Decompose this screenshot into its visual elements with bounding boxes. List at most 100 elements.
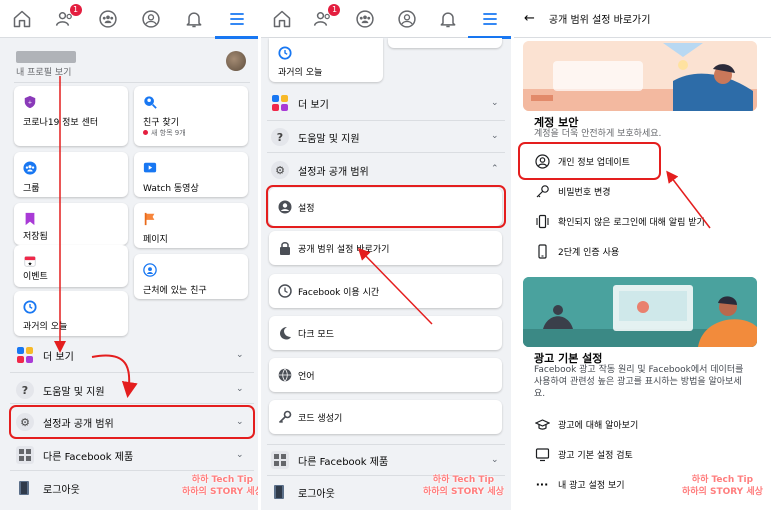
logout-icon [16,479,34,497]
option-two-factor[interactable]: 2단계 인증 사용 [534,243,619,259]
menu-panel-main: 1 내 프로필 보기 + 코로나19 정보 센터 친구 찾기 새 항목 9개 그… [0,0,258,510]
svg-text:★: ★ [28,261,33,267]
home-icon [13,10,30,27]
watermark: 하하 Tech Tip 하하의 STORY 세상 [682,475,763,497]
nav-friends[interactable]: 1 [53,3,82,31]
nav-notifications[interactable] [436,7,460,31]
nav-profile[interactable] [139,7,163,31]
chevron-down-icon[interactable]: ⌄ [491,131,499,141]
menu-row-other-products[interactable]: 다른 Facebook 제품 [271,451,388,469]
hamburger-icon [229,12,244,25]
phone-vibrate-icon [534,213,550,229]
back-arrow-icon[interactable]: ← [524,11,535,26]
key-icon [278,410,292,424]
gear-icon: ⚙ [271,161,289,179]
nav-groups[interactable] [96,7,120,31]
nav-home[interactable] [270,7,294,31]
settings-item-label: 언어 [298,371,315,382]
friends-search-icon [144,96,157,109]
chevron-up-icon[interactable]: ⌃ [491,164,499,174]
menu-row-logout[interactable]: 로그아웃 [16,479,80,497]
lock-icon [278,241,292,255]
section-desc-security: 계정을 더욱 안전하게 보호하세요. [534,129,662,139]
svg-text:+: + [28,100,32,106]
shortcut-card-groups[interactable]: 그룹 [14,152,128,197]
page-title: 공개 범위 설정 바로가기 [548,15,651,26]
settings-item-label: 코드 생성기 [298,413,343,424]
profile-row[interactable]: 내 프로필 보기 [14,48,250,80]
profile-icon [141,9,160,28]
menu-row-label: 설정과 공개 범위 [298,166,369,178]
settings-item-language[interactable]: 언어 [269,358,502,392]
globe-icon [278,368,292,382]
bell-icon [186,11,201,27]
chevron-down-icon[interactable]: ⌄ [491,98,499,108]
menu-row-more[interactable]: 더 보기 [16,346,74,364]
option-login-alerts[interactable]: 확인되지 않은 로그인에 대해 알림 받기 [534,213,705,229]
option-label: 내 광고 설정 보기 [558,480,625,491]
groups-icon [23,161,37,175]
settings-item-label: 공개 범위 설정 바로가기 [298,244,390,255]
shortcut-label: 과거의 오늘 [23,322,68,332]
nav-profile[interactable] [395,7,419,31]
shortcut-card-nearby[interactable]: 근처에 있는 친구 [134,254,248,299]
nearby-icon [143,263,157,277]
profile-sub-label: 내 프로필 보기 [16,68,72,78]
shortcut-card-pages[interactable]: 페이지 [134,203,248,248]
memories-icon [23,300,37,314]
more-icon [271,94,289,112]
nav-notifications[interactable] [182,7,206,31]
menu-row-more[interactable]: 더 보기 [271,94,329,112]
menu-row-label: 다른 Facebook 제품 [43,451,134,463]
menu-row-label: 도움말 및 지원 [298,133,360,145]
divider [267,444,505,445]
chevron-down-icon[interactable]: ⌄ [236,384,244,394]
shortcut-card-memories[interactable]: 과거의 오늘 [269,38,383,82]
avatar[interactable] [226,51,246,71]
settings-item-privacy-shortcuts[interactable]: 공개 범위 설정 바로가기 [269,231,502,265]
divider [10,470,254,471]
settings-item-time-on-facebook[interactable]: Facebook 이용 시간 [269,274,502,308]
option-review-ad-preferences[interactable]: 광고 기본 설정 검토 [534,446,633,462]
shortcut-card-partial[interactable] [388,38,502,48]
shortcut-card-saved[interactable]: 저장됨 [14,203,128,245]
nav-menu[interactable] [468,7,511,39]
settings-item-dark-mode[interactable]: 다크 모드 [269,316,502,350]
menu-row-other-products[interactable]: 다른 Facebook 제품 [16,446,133,464]
option-label: 확인되지 않은 로그인에 대해 알림 받기 [558,217,705,228]
option-change-password[interactable]: 비밀번호 변경 [534,183,611,199]
option-view-ad-settings[interactable]: ··· 내 광고 설정 보기 [534,476,625,492]
menu-row-help[interactable]: ? 도움말 및 지원 [16,381,105,399]
nav-groups[interactable] [353,7,377,31]
settings-item-code-generator[interactable]: 코드 생성기 [269,400,502,434]
help-icon: ? [271,128,289,146]
menu-row-settings-privacy[interactable]: ⚙ 설정과 공개 범위 [271,161,369,179]
option-label: 광고 기본 설정 검토 [558,450,633,461]
shortcut-label: 페이지 [143,235,168,245]
shortcut-card-events[interactable]: ★ 이벤트 [14,245,128,287]
highlight-update-info [518,142,661,180]
bookmark-icon [25,212,35,226]
shortcut-card-covid[interactable]: + 코로나19 정보 센터 [14,86,128,146]
divider [10,403,254,404]
highlight-settings-item [266,185,506,228]
menu-row-logout[interactable]: 로그아웃 [271,483,335,501]
nav-friends[interactable]: 1 [311,3,341,31]
privacy-shortcuts-page: ← 공개 범위 설정 바로가기 계정 보안 계정을 더욱 안전하게 보호하세요.… [514,0,771,510]
chevron-down-icon[interactable]: ⌄ [236,450,244,460]
more-icon [16,346,34,364]
help-icon: ? [16,381,34,399]
chevron-down-icon[interactable]: ⌄ [491,455,499,465]
menu-row-help[interactable]: ? 도움말 및 지원 [271,128,360,146]
shortcut-card-watch[interactable]: Watch 동영상 [134,152,248,197]
flag-icon [144,212,155,226]
shortcut-card-memories[interactable]: 과거의 오늘 [14,291,128,336]
option-learn-about-ads[interactable]: 광고에 대해 알아보기 [534,416,638,432]
nav-home[interactable] [10,7,34,31]
shortcut-card-find-friends[interactable]: 친구 찾기 새 항목 9개 [134,86,248,146]
chevron-down-icon[interactable]: ⌄ [236,350,244,360]
home-icon [273,10,291,27]
phone-icon [534,243,550,259]
section-desc-ads: Facebook 광고 작동 원리 및 Facebook에서 데이터를 사용하여… [534,365,744,399]
nav-menu[interactable] [214,7,258,39]
